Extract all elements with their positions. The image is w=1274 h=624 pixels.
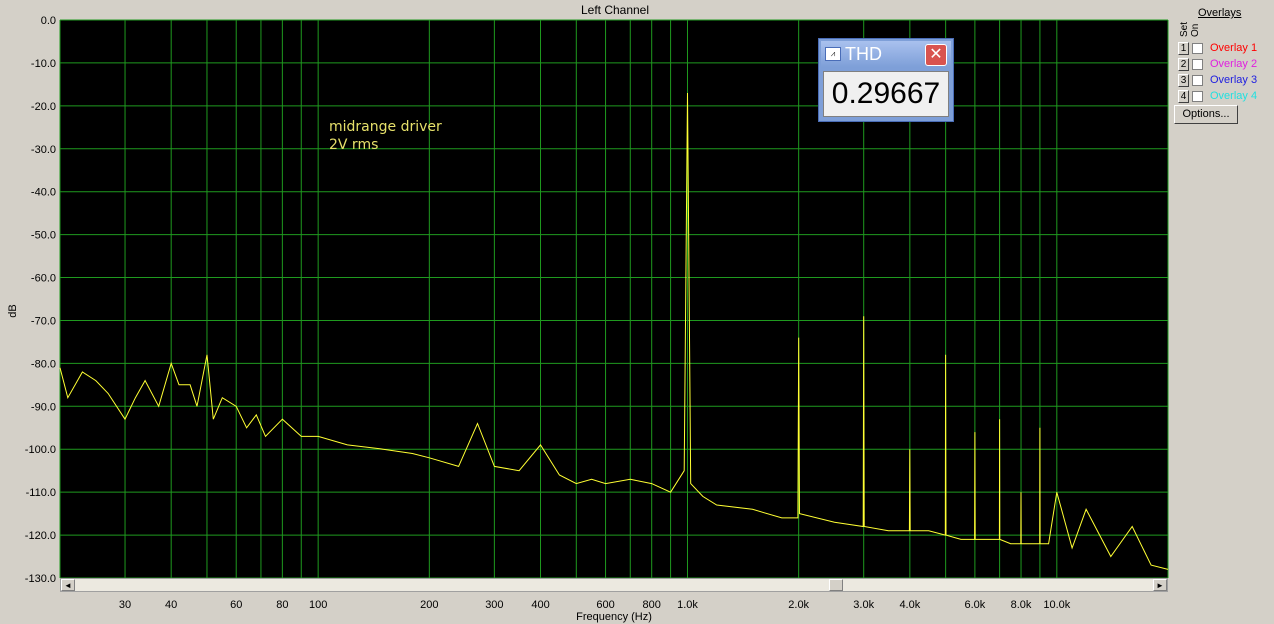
thd-title: THD (845, 44, 882, 64)
x-tick-label: 300 (485, 599, 503, 611)
x-tick-label: 60 (230, 599, 242, 611)
spectrum-chart: 0.0 -10.0 -20.0 -30.0 -40.0 -50.0 -60.0 -70.0 -8… (7, 15, 1169, 623)
overlay-set-button[interactable]: 3 (1178, 74, 1189, 87)
y-tick-label: -20.0 (31, 101, 56, 113)
y-tick-label: -110.0 (26, 487, 56, 499)
x-tick-label: 4.0k (899, 599, 920, 611)
overlay-checkbox[interactable] (1192, 43, 1203, 54)
x-tick-label: 40 (165, 599, 177, 611)
on-column-label: On (1190, 23, 1201, 37)
overlay-checkbox[interactable] (1192, 91, 1203, 102)
scroll-thumb[interactable] (829, 579, 843, 591)
thd-value: 0.29667 % (823, 71, 949, 154)
y-tick-label: -40.0 (31, 187, 56, 199)
x-tick-label: 1.0k (677, 599, 698, 611)
overlay-label: Overlay 1 (1210, 42, 1258, 54)
annotation-line-2: 2V rms (329, 137, 378, 153)
y-tick-label: -80.0 (31, 358, 56, 370)
annotation-line-1: midrange driver (329, 119, 442, 135)
y-tick-label: -70.0 (31, 315, 56, 327)
x-tick-label: 600 (596, 599, 614, 611)
scroll-right-button[interactable]: ► (1153, 579, 1167, 591)
x-tick-label: 10.0k (1043, 599, 1070, 611)
overlay-checkbox[interactable] (1192, 59, 1203, 70)
thd-header: ⩘ THD ✕ (821, 41, 951, 67)
y-tick-label: -90.0 (31, 401, 56, 413)
overlays-panel: Overlays Set On 1 Overlay 1 2 Overlay 2 3 Ove… (1170, 0, 1274, 130)
overlay-set-button[interactable]: 2 (1178, 58, 1189, 71)
x-tick-label: 200 (420, 599, 438, 611)
sine-wave-icon[interactable] (1124, 22, 1166, 46)
x-tick-label: 6.0k (964, 599, 985, 611)
set-column-label: Set (1179, 21, 1190, 37)
y-axis: 0.0 -10.0 -20.0 -30.0 -40.0 -50.0 -60.0 -70.0 -8… (25, 15, 56, 585)
y-tick-label: -100.0 (25, 444, 56, 456)
y-tick-label: -60.0 (31, 273, 56, 285)
graph-icon: ⩘ (825, 47, 841, 61)
scroll-left-button[interactable]: ◄ (61, 579, 75, 591)
y-tick-label: -50.0 (31, 230, 56, 242)
y-tick-label: 0.0 (41, 15, 56, 27)
thd-meter[interactable]: ⩘ THD ✕ 0.29667 % (818, 38, 954, 154)
y-tick-label: -120.0 (25, 530, 56, 542)
options-button[interactable]: Options... (1174, 105, 1238, 124)
close-icon[interactable]: ✕ (925, 44, 947, 66)
y-axis-label: dB (7, 304, 19, 317)
x-tick-label: 100 (309, 599, 327, 611)
x-tick-label: 8.0k (1011, 599, 1032, 611)
y-tick-label: -10.0 (31, 58, 56, 70)
overlays-title: Overlays (1198, 7, 1242, 19)
x-tick-label: 80 (276, 599, 288, 611)
plot-area (60, 20, 1168, 578)
overlay-checkbox[interactable] (1192, 75, 1203, 86)
x-axis: 30 40 60 80 100 200 300 400 600 800 1.0k 2.0k 3.0k 4.… (119, 599, 1071, 611)
horizontal-scrollbar[interactable]: ◄ ► (60, 578, 1168, 592)
y-tick-label: -30.0 (31, 144, 56, 156)
x-axis-label: Frequency (Hz) (576, 611, 652, 623)
x-tick-label: 30 (119, 599, 131, 611)
x-tick-label: 400 (531, 599, 549, 611)
x-tick-label: 2.0k (788, 599, 809, 611)
y-tick-label: -130.0 (25, 573, 56, 585)
overlay-set-button[interactable]: 4 (1178, 90, 1189, 103)
overlay-label: Overlay 3 (1210, 74, 1258, 86)
overlay-label: Overlay 4 (1210, 90, 1258, 102)
overlay-set-button[interactable]: 1 (1178, 42, 1189, 55)
overlay-label: Overlay 2 (1210, 58, 1258, 70)
x-tick-label: 3.0k (853, 599, 874, 611)
x-tick-label: 800 (643, 599, 661, 611)
